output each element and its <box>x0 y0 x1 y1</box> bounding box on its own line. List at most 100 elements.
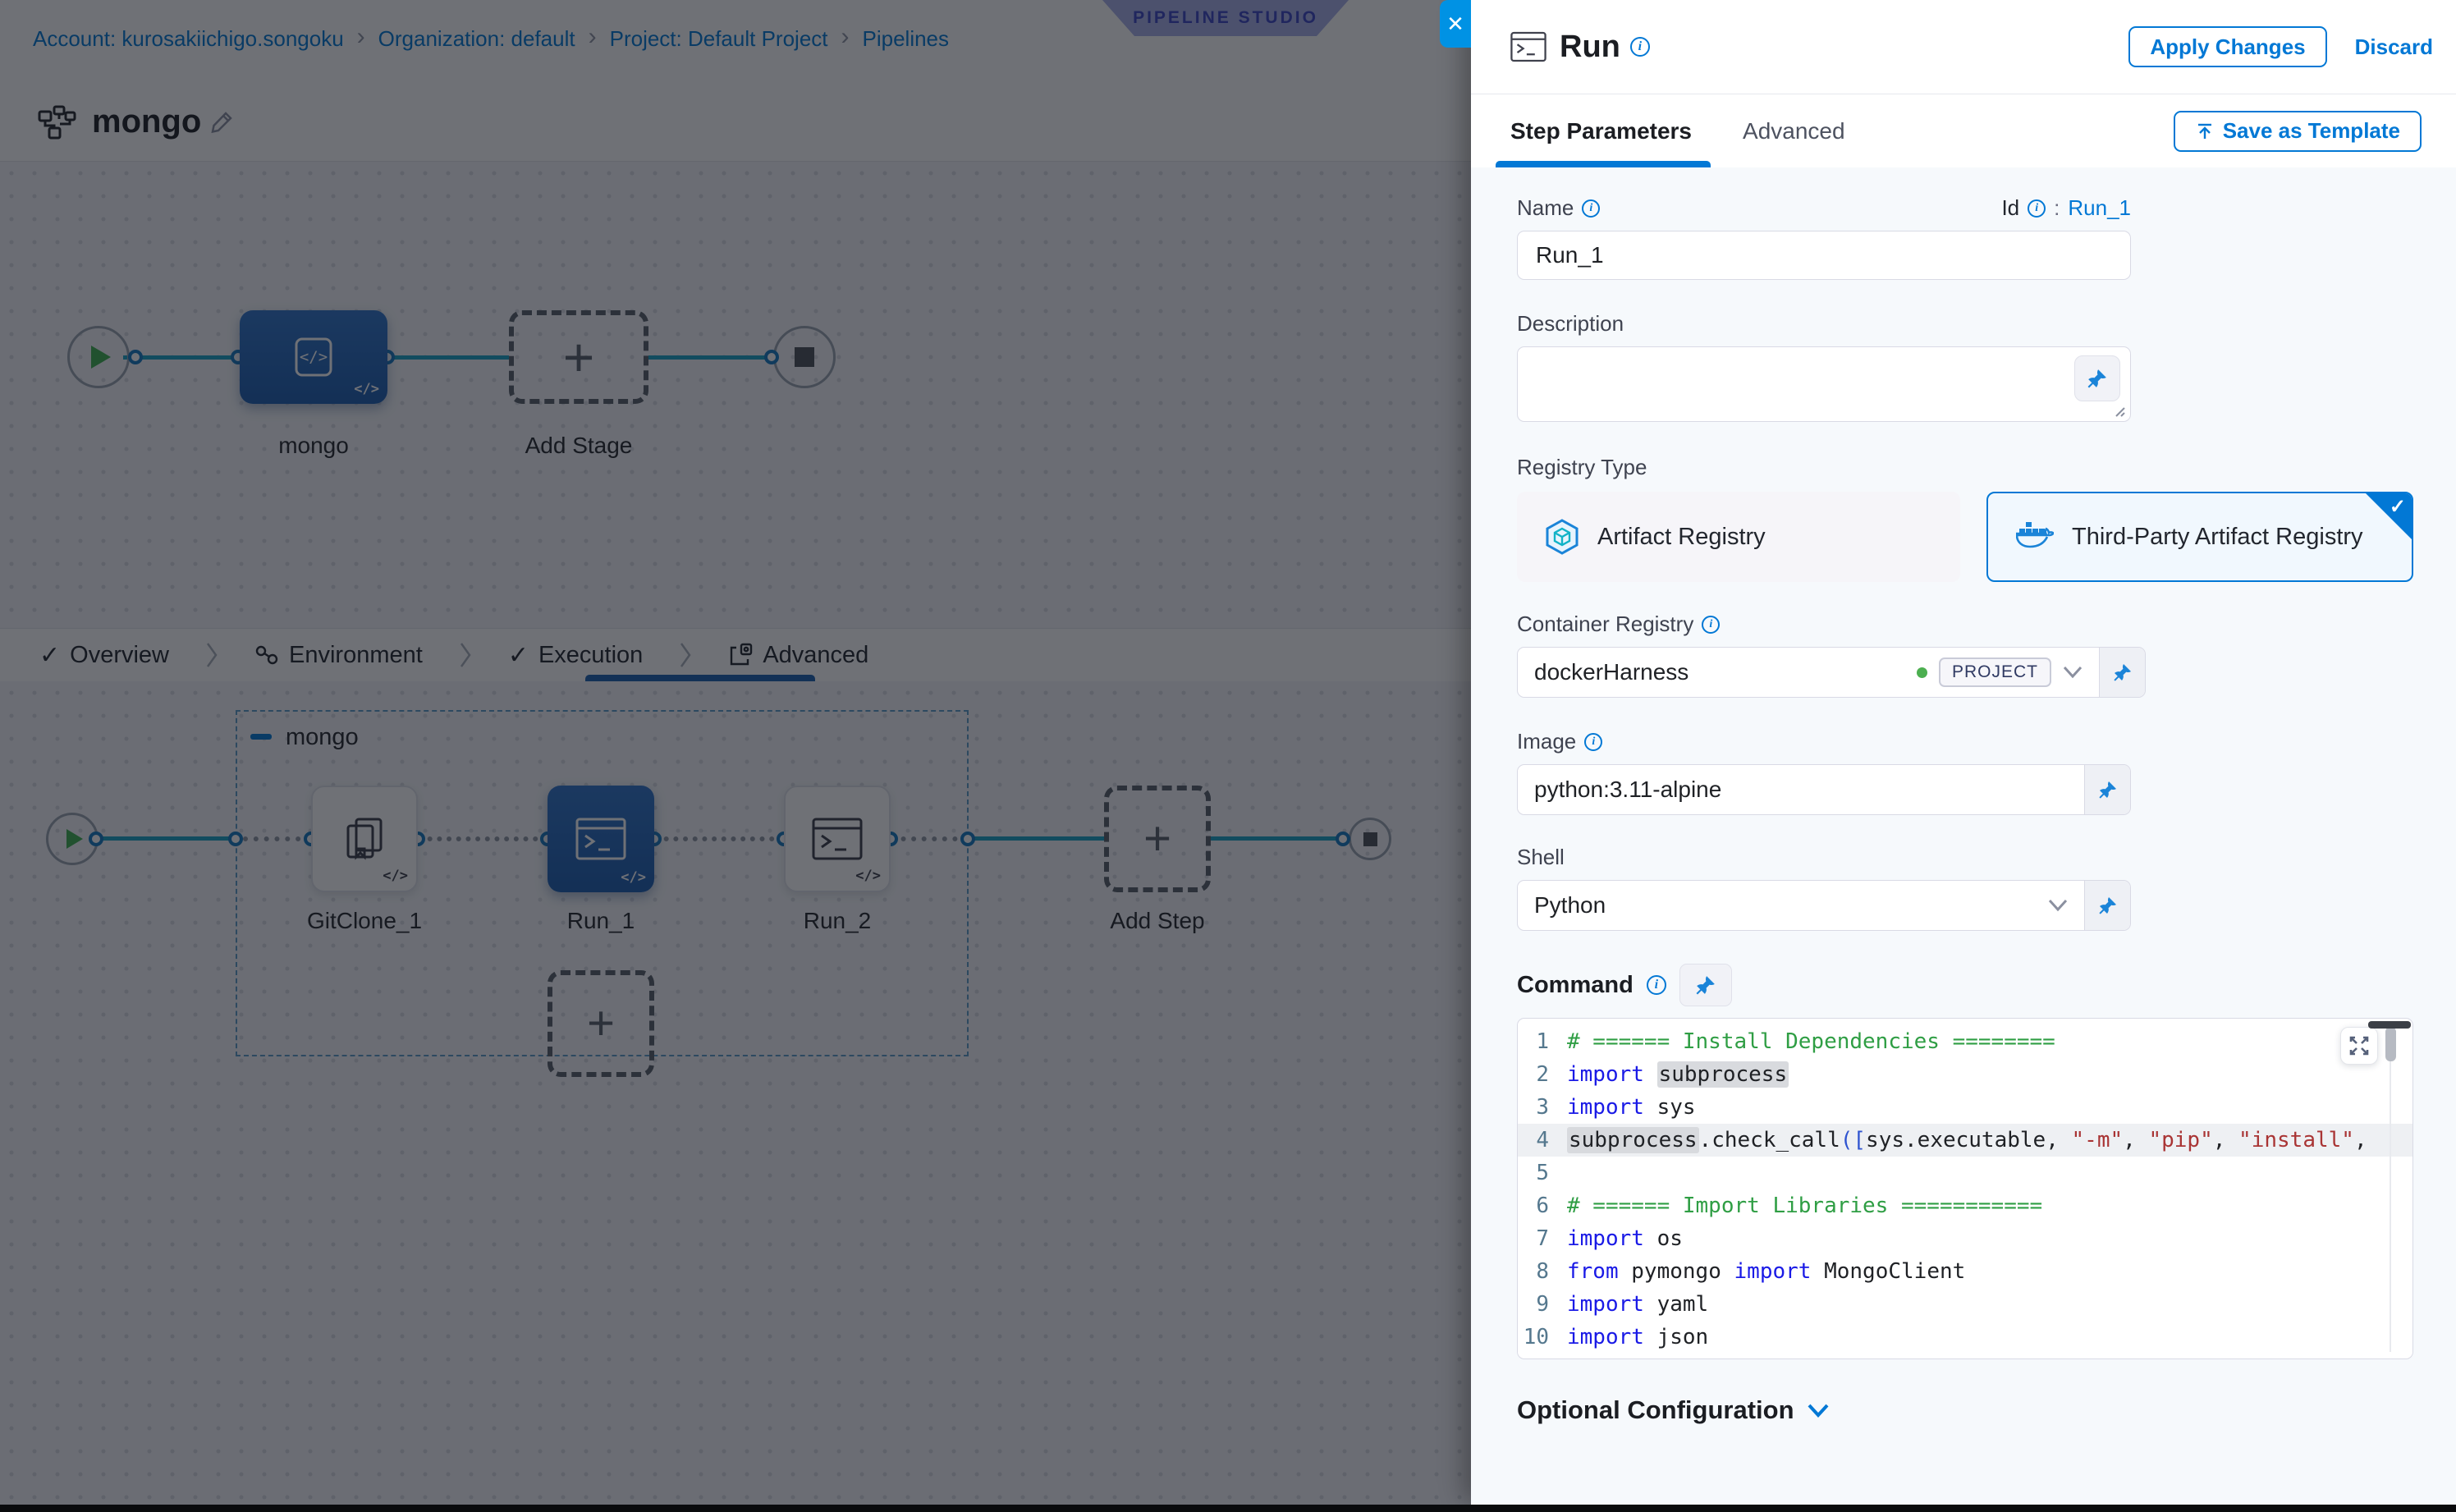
code-text: import yaml <box>1560 1292 1708 1317</box>
artifact-registry-icon <box>1545 519 1579 555</box>
code-text: import json <box>1560 1325 1708 1349</box>
line-number: 1 <box>1518 1029 1560 1054</box>
editor-scrollbar-track <box>2390 1025 2391 1352</box>
pin-runtime-input-button[interactable] <box>2074 355 2120 401</box>
pin-runtime-input-button[interactable] <box>2084 765 2130 814</box>
image-field: python:3.11-alpine <box>1517 764 2131 815</box>
drawer-header: Run i Apply Changes Discard <box>1471 0 2456 94</box>
step-config-drawer: ✕ Run i Apply Changes Discard Step Param… <box>1471 0 2456 1505</box>
editor-hscrollbar-thumb[interactable] <box>2368 1021 2411 1029</box>
info-icon[interactable]: i <box>1630 37 1650 57</box>
info-icon[interactable]: i <box>1647 975 1666 995</box>
line-number: 3 <box>1518 1095 1560 1120</box>
pin-runtime-input-button[interactable] <box>2084 881 2130 930</box>
active-tab-underline <box>1496 161 1711 167</box>
drawer-tab-bar: Step Parameters Advanced Save as Templat… <box>1471 94 2456 167</box>
shell-select[interactable]: Python <box>1518 881 2084 930</box>
save-as-template-label: Save as Template <box>2223 118 2400 144</box>
modal-dim-overlay <box>0 0 1471 1512</box>
info-icon[interactable]: i <box>2028 199 2046 218</box>
optional-configuration-label: Optional Configuration <box>1517 1395 1794 1425</box>
info-icon[interactable]: i <box>1584 733 1602 751</box>
code-line[interactable]: 5 <box>1518 1157 2412 1189</box>
fullscreen-icon <box>2348 1035 2370 1056</box>
line-number: 2 <box>1518 1062 1560 1087</box>
pin-runtime-input-button[interactable] <box>1679 964 1732 1006</box>
container-registry-select[interactable]: dockerHarness PROJECT <box>1518 648 2099 697</box>
shell-value: Python <box>1534 892 2037 919</box>
expand-editor-button[interactable] <box>2340 1027 2378 1065</box>
editor-scrollbar-thumb[interactable] <box>2385 1027 2396 1061</box>
save-as-template-button[interactable]: Save as Template <box>2174 111 2422 152</box>
code-line[interactable]: 8from pymongo import MongoClient <box>1518 1255 2412 1288</box>
line-number: 8 <box>1518 1259 1560 1284</box>
code-text: import os <box>1560 1226 1683 1251</box>
pipeline-studio-screen: Account: kurosakiichigo.songoku › Organi… <box>0 0 2456 1512</box>
code-line[interactable]: 2import subprocess <box>1518 1058 2412 1091</box>
description-textarea[interactable] <box>1517 346 2131 422</box>
info-icon[interactable]: i <box>1702 616 1720 634</box>
image-label: Image i <box>1517 729 2422 754</box>
upload-icon <box>2195 121 2215 141</box>
id-value: Run_1 <box>2068 195 2131 221</box>
code-text: subprocess.check_call([sys.executable, "… <box>1560 1128 2367 1152</box>
container-registry-value: dockerHarness <box>1534 659 1905 685</box>
registry-option-artifact-registry[interactable]: Artifact Registry <box>1517 492 1960 582</box>
drawer-title: Run <box>1560 30 1620 65</box>
pushpin-icon <box>2098 780 2118 800</box>
code-line[interactable]: 10import json <box>1518 1321 2412 1354</box>
code-line[interactable]: 7import os <box>1518 1222 2412 1255</box>
bottom-window-edge <box>0 1505 2456 1512</box>
command-code-editor[interactable]: 1# ====== Install Dependencies ========2… <box>1517 1018 2413 1359</box>
id-label: Id <box>2001 195 2019 221</box>
check-icon: ✓ <box>2390 495 2406 519</box>
code-text: # ====== Import Libraries =========== <box>1560 1194 2042 1218</box>
apply-changes-label: Apply Changes <box>2150 34 2305 60</box>
pushpin-icon <box>1695 974 1716 996</box>
command-label: Command <box>1517 972 1634 999</box>
code-line[interactable]: 4subprocess.check_call([sys.executable, … <box>1518 1124 2412 1157</box>
code-line[interactable]: 1# ====== Install Dependencies ======== <box>1518 1025 2412 1058</box>
pin-runtime-input-button[interactable] <box>2099 648 2145 697</box>
line-number: 10 <box>1518 1325 1560 1349</box>
image-input[interactable]: python:3.11-alpine <box>1518 765 2084 814</box>
docker-icon <box>2016 521 2054 552</box>
resize-handle-icon[interactable] <box>2112 404 2125 417</box>
optional-configuration-toggle[interactable]: Optional Configuration <box>1517 1395 2422 1425</box>
chevron-down-icon <box>1808 1404 1829 1418</box>
discard-button[interactable]: Discard <box>2355 34 2433 60</box>
pushpin-icon <box>2098 896 2118 915</box>
line-number: 4 <box>1518 1128 1560 1152</box>
command-code-lines: 1# ====== Install Dependencies ========2… <box>1518 1025 2412 1354</box>
registry-option-label: Artifact Registry <box>1597 524 1766 551</box>
registry-option-third-party[interactable]: Third-Party Artifact Registry ✓ <box>1986 492 2413 582</box>
name-label-row: Name i <box>1517 195 1600 221</box>
terminal-icon <box>1510 31 1546 62</box>
pushpin-icon <box>2087 368 2108 389</box>
connectivity-status-dot <box>1917 667 1927 678</box>
pushpin-icon <box>2113 662 2133 682</box>
close-icon: ✕ <box>1446 11 1464 37</box>
name-input[interactable] <box>1517 231 2131 280</box>
image-value: python:3.11-alpine <box>1534 777 2068 803</box>
code-line[interactable]: 9import yaml <box>1518 1288 2412 1321</box>
info-icon[interactable]: i <box>1582 199 1600 218</box>
code-line[interactable]: 3import sys <box>1518 1091 2412 1124</box>
code-text: # ====== Install Dependencies ======== <box>1560 1029 2055 1054</box>
apply-changes-button[interactable]: Apply Changes <box>2128 26 2326 67</box>
step-id-line: Id i : Run_1 <box>2001 195 2131 221</box>
code-text: import sys <box>1560 1095 1696 1120</box>
id-separator: : <box>2054 195 2060 221</box>
tab-step-parameters[interactable]: Step Parameters <box>1510 118 1692 144</box>
close-drawer-button[interactable]: ✕ <box>1440 0 1471 48</box>
chevron-down-icon[interactable] <box>2063 666 2083 679</box>
drawer-content: Name i Id i : Run_1 Description <box>1471 167 2456 1505</box>
code-line[interactable]: 6# ====== Import Libraries =========== <box>1518 1189 2412 1222</box>
line-number: 7 <box>1518 1226 1560 1251</box>
container-registry-label: Container Registry i <box>1517 612 2422 637</box>
line-number: 5 <box>1518 1161 1560 1185</box>
chevron-down-icon[interactable] <box>2048 899 2068 912</box>
container-registry-field: dockerHarness PROJECT <box>1517 647 2146 698</box>
name-label: Name <box>1517 195 1574 221</box>
tab-advanced[interactable]: Advanced <box>1743 118 1845 144</box>
